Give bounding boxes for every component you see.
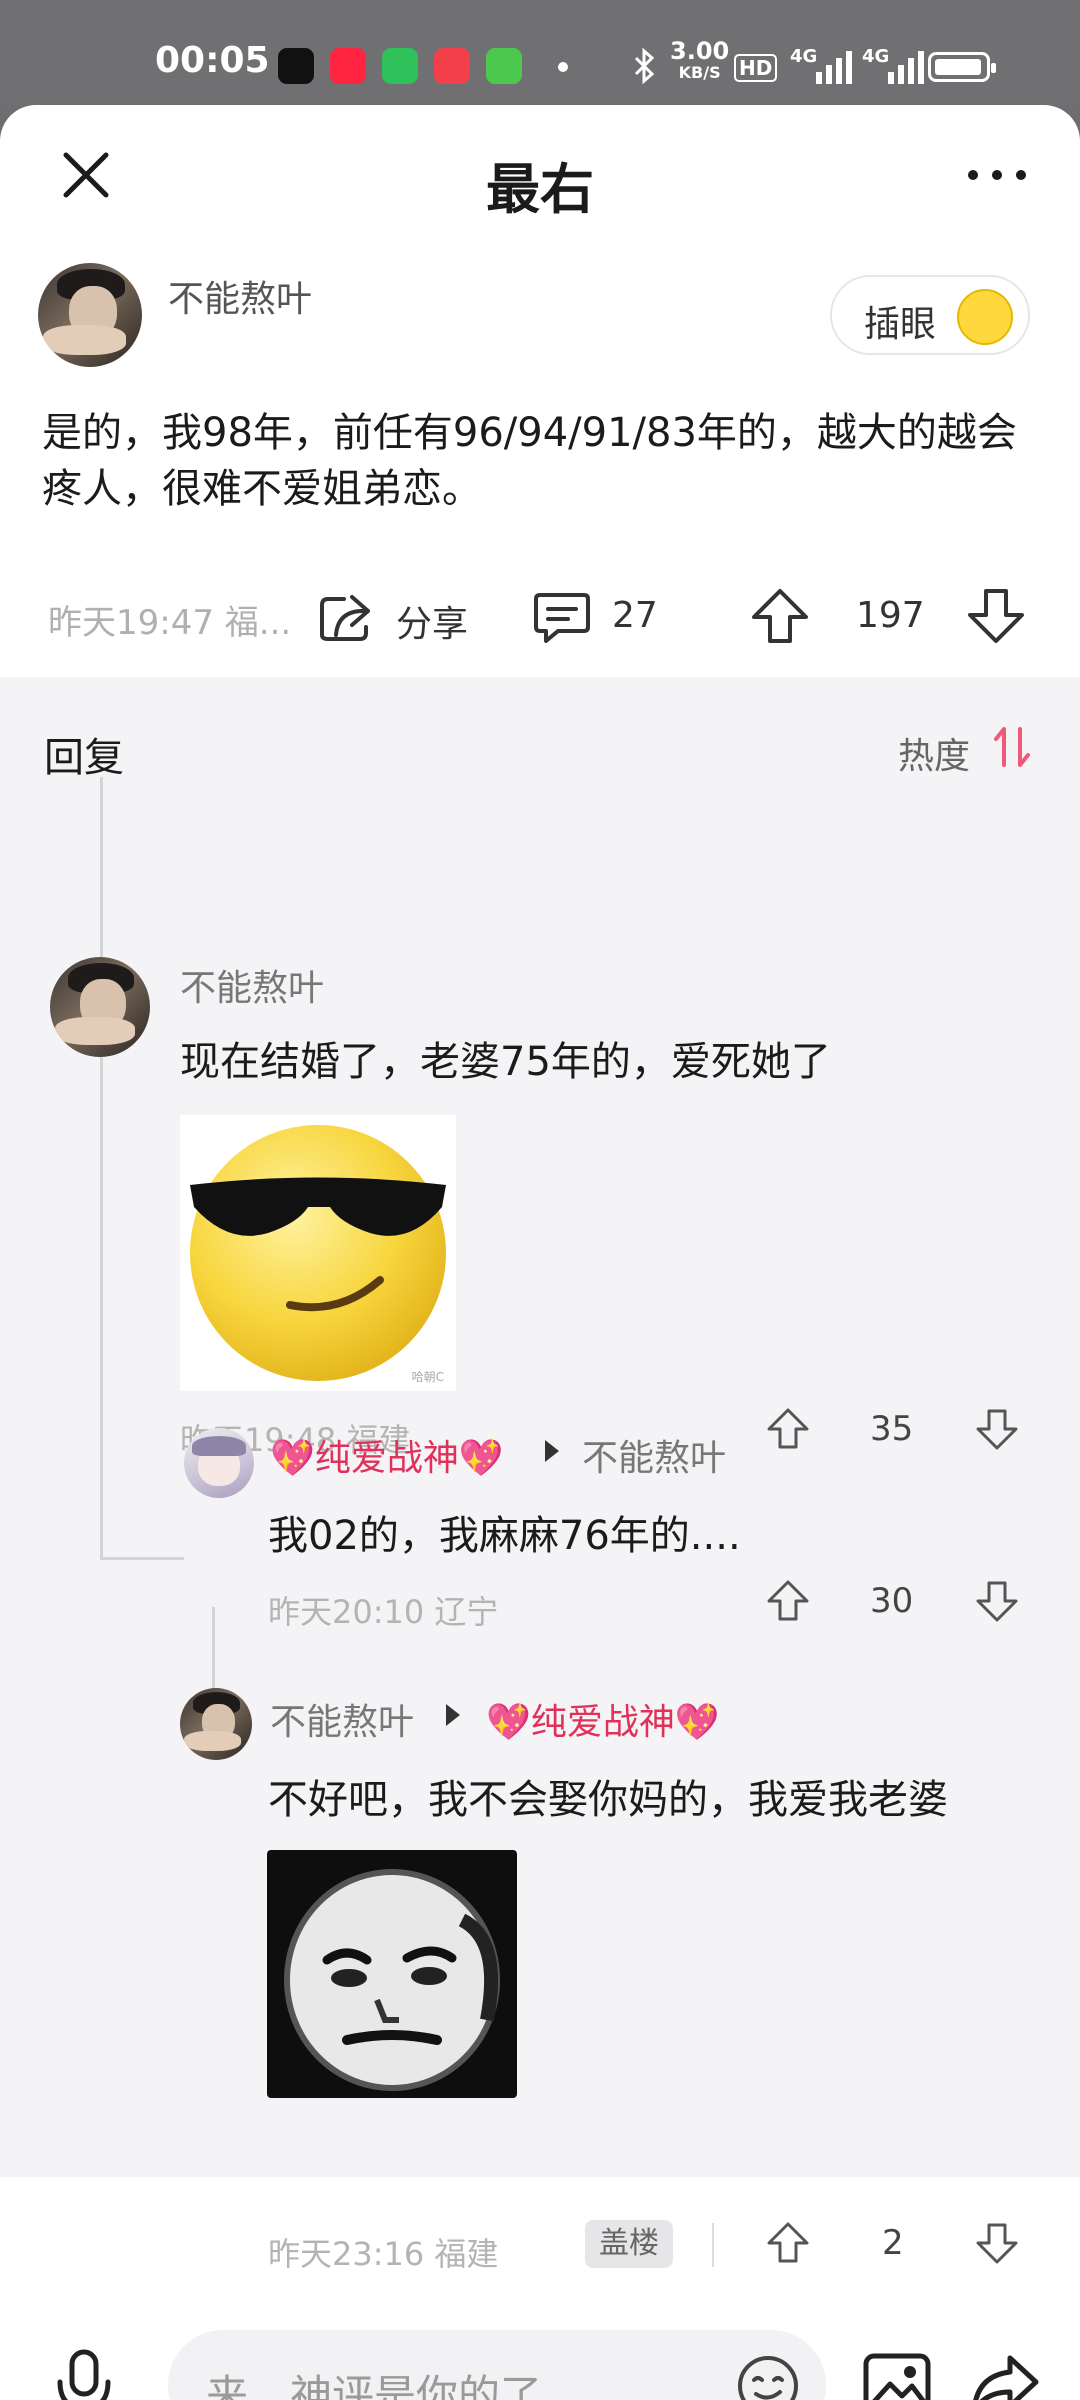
comment-upvote-count: 35 — [870, 1409, 914, 1449]
upvote-icon[interactable] — [766, 2221, 810, 2265]
thread-line — [100, 777, 103, 1557]
replies-section: 回复 热度 不能熬叶 现在结婚了，老婆75年的，爱死她了 — [0, 677, 1080, 2177]
upvote-icon[interactable] — [766, 1407, 810, 1451]
divider — [712, 2223, 714, 2267]
comment-author-name: 💖纯爱战神💖 — [270, 1438, 504, 1479]
music-app-icon — [434, 48, 470, 84]
comment-text: 我02的，我麻麻76年的.... — [268, 1513, 741, 1559]
page-title: 最右 — [486, 158, 594, 221]
xiaohongshu-app-icon — [330, 48, 366, 84]
post-time: 昨天19:47 福... — [48, 603, 292, 643]
build-floor-chip[interactable]: 盖楼 — [585, 2220, 673, 2268]
meme-face-sticker[interactable] — [267, 1850, 517, 2098]
smile-emoji-icon — [957, 289, 1013, 345]
comment-author[interactable]: 💖纯爱战神💖 — [270, 1429, 504, 1481]
upvote-icon[interactable] — [766, 1579, 810, 1623]
comment-text: 现在结婚了，老婆75年的，爱死她了 — [180, 1039, 831, 1085]
composer-bar: 来，神评是你的了 — [0, 2290, 1080, 2400]
post-author-name[interactable]: 不能熬叶 — [168, 270, 312, 322]
comment-input[interactable]: 来，神评是你的了 — [168, 2330, 826, 2400]
comment-author[interactable]: 不能熬叶 — [270, 1693, 414, 1745]
downvote-icon[interactable] — [975, 2221, 1019, 2265]
signal-bars-icon — [888, 51, 924, 84]
comment-count: 27 — [612, 595, 658, 636]
thread-line — [100, 1557, 184, 1560]
comment-input-placeholder: 来，神评是你的了 — [206, 2371, 543, 2400]
comment-author[interactable]: 不能熬叶 — [180, 959, 324, 1011]
signal-4g-1: 4G — [790, 46, 818, 67]
reply-arrow-icon — [446, 1704, 460, 1726]
reply-to-label: 💖纯爱战神💖 — [486, 1702, 720, 1743]
tiktok-app-icon — [278, 48, 314, 84]
poke-label: 插眼 — [864, 304, 937, 345]
sticker-watermark: 哈朝C — [411, 1370, 444, 1384]
microphone-icon[interactable] — [52, 2348, 116, 2400]
reply-to-name[interactable]: 不能熬叶 — [582, 1429, 726, 1481]
replies-title: 回复 — [44, 735, 124, 781]
wechat-app-icon — [382, 48, 418, 84]
comment-upvote-count: 30 — [870, 1581, 914, 1621]
sort-label[interactable]: 热度 — [898, 727, 970, 779]
notification-dot-icon — [558, 62, 568, 72]
post-action-row: 昨天19:47 福... 分享 27 197 — [0, 575, 1080, 655]
hd-badge: HD — [734, 54, 778, 82]
comment-avatar[interactable] — [50, 957, 150, 1057]
post-detail-sheet: 最右 不能熬叶 插眼 是的，我98年，前任有96/94/91/83年的，越大的越… — [0, 105, 1080, 2400]
status-bar: 00:05 3.00 KB/S HD 4G 4G — [0, 0, 1080, 105]
downvote-icon[interactable] — [975, 1579, 1019, 1623]
comment-icon[interactable] — [532, 591, 592, 645]
status-time: 00:05 — [155, 40, 270, 81]
comment-text: 不好吧，我不会娶你妈的，我爱我老婆 — [268, 1777, 948, 1823]
forward-share-icon[interactable] — [970, 2352, 1040, 2400]
more-options-icon[interactable] — [965, 157, 1029, 193]
post-body: 是的，我98年，前任有96/94/91/83年的，越大的越会疼人，很难不爱姐弟恋… — [42, 410, 1017, 512]
poke-button[interactable]: 插眼 — [830, 275, 1030, 355]
comment-meta: 昨天20:10 辽宁 — [268, 1593, 499, 1631]
signal-4g-2: 4G — [862, 46, 890, 67]
post-author-avatar[interactable] — [38, 263, 142, 367]
upvote-icon[interactable] — [750, 587, 810, 645]
cool-emoji-sticker[interactable]: 哈朝C — [180, 1115, 456, 1391]
comment-avatar[interactable] — [184, 1428, 254, 1498]
share-label[interactable]: 分享 — [396, 595, 468, 647]
comment-meta: 昨天23:16 福建 — [268, 2235, 499, 2273]
green-app-icon — [486, 48, 522, 84]
reply-arrow-icon — [545, 1440, 559, 1462]
header: 最右 — [0, 105, 1080, 235]
comment-avatar[interactable] — [180, 1688, 252, 1760]
signal-bars-icon — [816, 51, 852, 84]
comment-upvote-count: 2 — [882, 2223, 904, 2263]
share-icon[interactable] — [318, 591, 374, 643]
reply-to-name[interactable]: 💖纯爱战神💖 — [486, 1693, 720, 1745]
battery-icon — [928, 52, 996, 82]
bluetooth-icon — [634, 48, 655, 84]
upvote-count: 197 — [856, 595, 925, 636]
downvote-icon[interactable] — [966, 587, 1026, 645]
image-icon[interactable] — [862, 2352, 932, 2400]
downvote-icon[interactable] — [975, 1407, 1019, 1451]
sort-icon[interactable] — [994, 725, 1030, 769]
emoji-icon[interactable] — [736, 2354, 800, 2400]
network-speed: 3.00 KB/S — [670, 37, 730, 82]
